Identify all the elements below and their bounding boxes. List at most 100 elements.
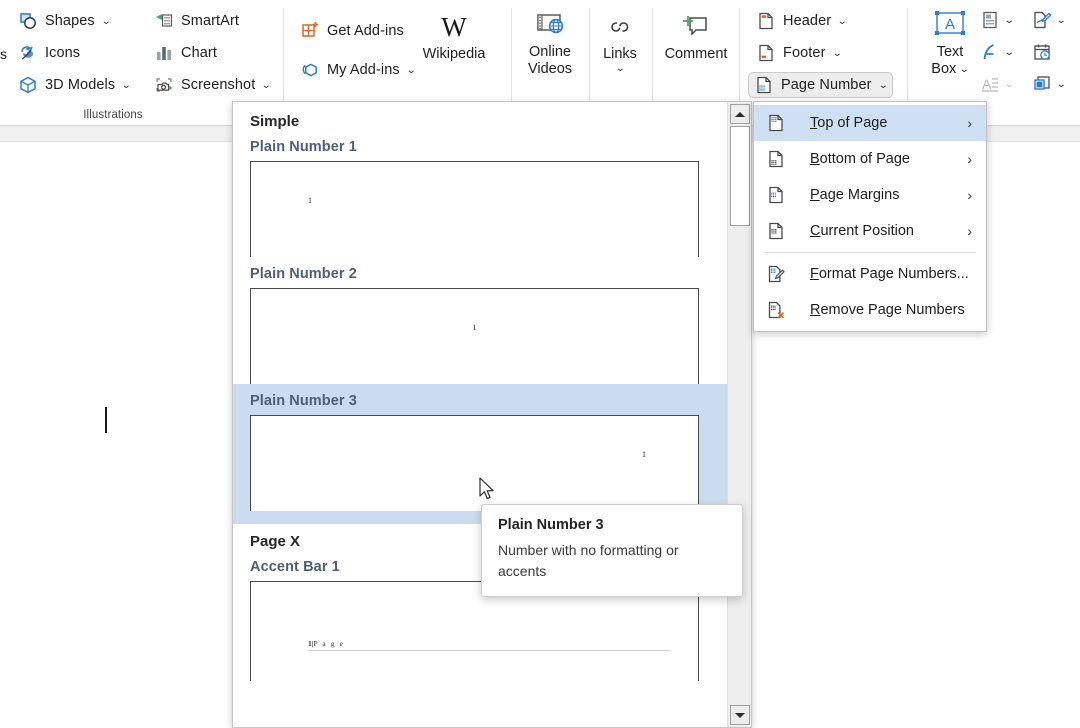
quick-parts-button[interactable]: ⌄ bbox=[980, 10, 1015, 30]
scroll-up-button[interactable] bbox=[730, 104, 750, 124]
menu-item-label: Top of Page bbox=[810, 115, 888, 131]
menu-item-label: Remove Page Numbers bbox=[810, 302, 965, 318]
menu-item-format-page-numbers[interactable]: Format Page Numbers... bbox=[754, 256, 986, 292]
tooltip-description: Number with no formatting or accents bbox=[498, 542, 679, 579]
links-label: Links bbox=[603, 46, 637, 62]
menu-item-bottom-of-page[interactable]: Bottom of Page › bbox=[754, 141, 986, 177]
comment-label: Comment bbox=[664, 46, 728, 62]
menu-item-label: Current Position bbox=[810, 223, 914, 239]
gallery-item-plain-number-1[interactable]: Plain Number 1 1 bbox=[233, 130, 729, 257]
page-top-number-icon bbox=[766, 113, 786, 133]
drop-cap-icon: A bbox=[980, 74, 1000, 94]
chevron-down-icon: ⌄ bbox=[1003, 14, 1015, 26]
gallery-item-preview: 1 bbox=[250, 288, 699, 384]
shapes-icon bbox=[18, 11, 38, 31]
screenshot-icon bbox=[154, 75, 174, 95]
3d-model-icon bbox=[18, 75, 38, 95]
object-button[interactable]: ⌄ bbox=[1032, 74, 1067, 94]
triangle-up-icon bbox=[735, 111, 745, 117]
text-box-label-line1: Text bbox=[936, 44, 964, 60]
text-caret bbox=[105, 407, 107, 433]
chevron-down-icon: ⌄ bbox=[100, 15, 112, 27]
icons-button[interactable]: Icons bbox=[12, 40, 86, 66]
get-addins-icon bbox=[300, 21, 320, 41]
remove-page-numbers-icon bbox=[766, 300, 786, 320]
3d-models-button[interactable]: 3D Models ⌄ bbox=[12, 72, 137, 98]
smartart-button[interactable]: SmartArt bbox=[148, 8, 245, 34]
chart-label: Chart bbox=[181, 45, 217, 61]
links-button[interactable]: Links ⌄ bbox=[588, 10, 652, 74]
quick-parts-icon bbox=[980, 10, 1000, 30]
accent-bar-rule bbox=[308, 650, 670, 651]
smartart-icon bbox=[154, 11, 174, 31]
chevron-right-icon: › bbox=[967, 187, 972, 203]
gallery-item-plain-number-2[interactable]: Plain Number 2 1 bbox=[233, 257, 729, 384]
chart-button[interactable]: Chart bbox=[148, 40, 223, 66]
signature-line-button[interactable]: ⌄ bbox=[1032, 10, 1067, 30]
scrollbar-thumb[interactable] bbox=[730, 126, 750, 226]
page-number-button[interactable]: Page Number ⌄ bbox=[748, 72, 893, 98]
accent-bar-page-word: P a g e bbox=[313, 639, 345, 648]
chart-icon bbox=[154, 43, 174, 63]
my-addins-icon bbox=[300, 60, 320, 80]
page-margins-number-icon bbox=[766, 185, 786, 205]
object-icon bbox=[1032, 74, 1052, 94]
menu-item-top-of-page[interactable]: Top of Page › bbox=[754, 105, 986, 141]
comment-button[interactable]: Comment bbox=[663, 10, 729, 63]
chevron-down-icon: ⌄ bbox=[1055, 14, 1067, 26]
link-icon bbox=[607, 10, 633, 44]
my-addins-button[interactable]: My Add-ins ⌄ bbox=[294, 57, 421, 83]
drop-cap-button[interactable]: A ⌄ bbox=[980, 74, 1014, 94]
chevron-down-icon: ⌄ bbox=[1055, 78, 1067, 90]
header-button[interactable]: Header ⌄ bbox=[750, 8, 853, 34]
shapes-label: Shapes bbox=[45, 13, 95, 29]
menu-item-label: Page Margins bbox=[810, 187, 900, 203]
screenshot-label: Screenshot bbox=[181, 77, 256, 93]
smartart-label: SmartArt bbox=[181, 13, 239, 29]
wikipedia-button[interactable]: W Wikipedia bbox=[422, 10, 486, 63]
chevron-down-icon: ⌄ bbox=[261, 79, 272, 91]
ribbon-group-illustrations: Shapes ⌄ Icons 3D Models ⌄ SmartArt Char… bbox=[0, 0, 272, 126]
online-videos-button[interactable]: Online Videos bbox=[518, 8, 582, 78]
get-addins-button[interactable]: Get Add-ins bbox=[294, 18, 410, 44]
3d-models-label: 3D Models bbox=[45, 77, 116, 93]
header-icon bbox=[756, 11, 776, 31]
page-number-dropdown-menu: Top of Page › Bottom of Page › Page Marg… bbox=[753, 101, 987, 332]
gallery-scrollbar[interactable] bbox=[727, 102, 751, 727]
format-page-numbers-icon bbox=[766, 264, 786, 284]
menu-item-label: Bottom of Page bbox=[810, 151, 910, 167]
chevron-down-icon: ⌄ bbox=[877, 79, 889, 91]
gallery-item-preview: 1 bbox=[250, 161, 699, 257]
icons-icon bbox=[18, 43, 38, 63]
triangle-down-icon bbox=[735, 712, 745, 718]
page-bottom-number-icon bbox=[766, 149, 786, 169]
text-box-button[interactable]: A Text Box ⌄ bbox=[920, 8, 980, 78]
chevron-down-icon: ⌄ bbox=[1003, 46, 1015, 58]
date-time-button[interactable] bbox=[1032, 42, 1052, 62]
chevron-right-icon: › bbox=[967, 115, 972, 131]
chevron-right-icon: › bbox=[967, 223, 972, 239]
wikipedia-icon: W bbox=[441, 11, 467, 42]
online-videos-label-line1: Online bbox=[529, 44, 571, 60]
preview-page-number: 1 bbox=[472, 323, 477, 332]
scroll-down-button[interactable] bbox=[730, 705, 750, 725]
signature-line-icon bbox=[1032, 10, 1052, 30]
page-number-icon bbox=[754, 75, 774, 95]
menu-item-current-position[interactable]: Current Position › bbox=[754, 213, 986, 249]
menu-item-page-margins[interactable]: Page Margins › bbox=[754, 177, 986, 213]
gallery-item-label: Plain Number 2 bbox=[250, 266, 357, 282]
gallery-list: Simple Plain Number 1 1 Plain Number 2 1… bbox=[233, 102, 729, 727]
chevron-down-icon: ⌄ bbox=[959, 64, 970, 75]
my-addins-label: My Add-ins bbox=[327, 62, 400, 78]
accent-bar: 1|P a g e bbox=[308, 639, 670, 656]
icons-label: Icons bbox=[45, 45, 81, 61]
screenshot-button[interactable]: Screenshot ⌄ bbox=[148, 72, 277, 98]
menu-item-remove-page-numbers[interactable]: Remove Page Numbers bbox=[754, 292, 986, 328]
preview-page-number: 1 bbox=[642, 450, 646, 459]
wordart-button[interactable]: ⌄ bbox=[980, 42, 1015, 62]
footer-icon bbox=[756, 43, 776, 63]
menu-separator bbox=[764, 252, 976, 253]
shapes-button[interactable]: Shapes ⌄ bbox=[12, 8, 116, 34]
footer-button[interactable]: Footer ⌄ bbox=[750, 40, 847, 66]
chevron-down-icon: ⌄ bbox=[614, 63, 626, 74]
